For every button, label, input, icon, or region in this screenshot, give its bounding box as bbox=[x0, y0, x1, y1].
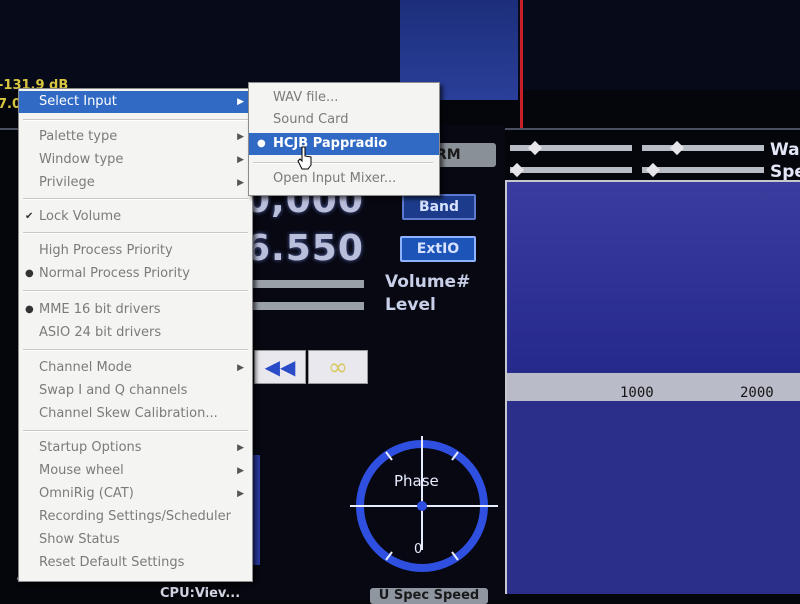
rewind-icon: ◀◀ bbox=[264, 355, 296, 379]
submenu-arrow-icon: ▶ bbox=[237, 363, 244, 373]
submenu-arrow-icon: ▶ bbox=[237, 443, 244, 453]
menu-item-label: MME 16 bit drivers bbox=[39, 302, 161, 317]
menu-item-channel-mode[interactable]: Channel Mode ▶ bbox=[19, 357, 252, 379]
loop-icon: ∞ bbox=[328, 353, 348, 381]
menu-separator bbox=[23, 119, 248, 121]
menu-separator bbox=[23, 430, 248, 432]
menu-item-label: Normal Process Priority bbox=[39, 266, 190, 281]
menu-separator bbox=[23, 349, 248, 351]
menu-item-omnirig[interactable]: OmniRig (CAT) ▶ bbox=[19, 483, 252, 505]
context-menu: Select Input ▶ Palette type ▶ Window type ▶… bbox=[18, 88, 253, 582]
waterfall-slider-1[interactable] bbox=[510, 140, 632, 156]
submenu-item-label: HCJB Pappradio bbox=[273, 136, 388, 151]
slider-knob[interactable] bbox=[509, 162, 525, 178]
menu-item-asio-drivers[interactable]: ASIO 24 bit drivers bbox=[19, 322, 252, 344]
submenu-arrow-icon: ▶ bbox=[237, 97, 244, 107]
ruler-tick-label: 1000 bbox=[620, 385, 654, 401]
spectrum-slider-2[interactable] bbox=[642, 162, 764, 178]
submenu-arrow-icon: ▶ bbox=[237, 489, 244, 499]
menu-separator bbox=[23, 290, 248, 292]
level-label: Level bbox=[385, 295, 436, 315]
menu-item-show-status[interactable]: Show Status bbox=[19, 529, 252, 551]
menu-item-mme-drivers[interactable]: ● MME 16 bit drivers bbox=[19, 299, 252, 321]
spectrum-slider-1[interactable] bbox=[509, 162, 632, 178]
volume-slider[interactable] bbox=[252, 280, 364, 288]
check-icon: ✔ bbox=[25, 211, 34, 222]
menu-item-label: Channel Skew Calibration... bbox=[39, 406, 218, 421]
frequency-display-bottom: 6.550 bbox=[245, 228, 364, 269]
spectrum-label: Spe bbox=[770, 162, 800, 182]
menu-item-window-type[interactable]: Window type ▶ bbox=[19, 149, 252, 171]
menu-separator bbox=[23, 232, 248, 234]
loop-button[interactable]: ∞ bbox=[308, 350, 368, 384]
menu-item-label: Lock Volume bbox=[39, 209, 122, 224]
select-input-submenu: WAV file... Sound Card ● HCJB Pappradio O… bbox=[248, 82, 440, 196]
radio-dot-icon: ● bbox=[25, 304, 34, 315]
menu-item-label: ASIO 24 bit drivers bbox=[39, 325, 162, 340]
band-button[interactable]: Band bbox=[402, 194, 476, 220]
ruler-tick-label: 2000 bbox=[740, 385, 774, 401]
submenu-arrow-icon: ▶ bbox=[237, 132, 244, 142]
extio-button[interactable]: ExtIO bbox=[400, 236, 476, 262]
menu-item-mouse-wheel[interactable]: Mouse wheel ▶ bbox=[19, 460, 252, 482]
menu-item-palette-type[interactable]: Palette type ▶ bbox=[19, 126, 252, 148]
menu-item-privilege[interactable]: Privilege ▶ bbox=[19, 172, 252, 194]
phase-dial[interactable] bbox=[350, 430, 500, 580]
phase-label: Phase bbox=[394, 472, 439, 490]
phase-zero-label: 0 bbox=[414, 542, 423, 557]
submenu-arrow-icon: ▶ bbox=[237, 178, 244, 188]
slider-knob[interactable] bbox=[527, 140, 543, 156]
hand-cursor-icon bbox=[297, 146, 312, 170]
menu-item-label: Palette type bbox=[39, 129, 118, 144]
submenu-item-label: Open Input Mixer... bbox=[273, 171, 397, 186]
spec-speed-button[interactable]: U Spec Speed bbox=[370, 588, 488, 604]
frequency-marker[interactable] bbox=[520, 0, 523, 130]
submenu-item-sound-card[interactable]: Sound Card bbox=[249, 109, 439, 131]
menu-item-label: Select Input bbox=[39, 94, 117, 109]
menu-item-startup-options[interactable]: Startup Options ▶ bbox=[19, 437, 252, 459]
menu-separator bbox=[253, 162, 433, 164]
submenu-item-wav-file[interactable]: WAV file... bbox=[249, 87, 439, 109]
level-slider[interactable] bbox=[252, 302, 364, 310]
menu-item-normal-priority[interactable]: ● Normal Process Priority bbox=[19, 263, 252, 285]
submenu-item-hcjb-pappradio[interactable]: ● HCJB Pappradio bbox=[249, 133, 439, 155]
menu-item-channel-skew[interactable]: Channel Skew Calibration... bbox=[19, 403, 252, 425]
slider-knob[interactable] bbox=[669, 140, 685, 156]
submenu-item-label: Sound Card bbox=[273, 112, 349, 127]
menu-item-swap-iq[interactable]: Swap I and Q channels bbox=[19, 380, 252, 402]
spectrum-upper-pane[interactable] bbox=[507, 182, 800, 372]
menu-item-recording-settings[interactable]: Recording Settings/Scheduler bbox=[19, 506, 252, 528]
menu-item-label: Startup Options bbox=[39, 440, 142, 455]
menu-item-lock-volume[interactable]: ✔ Lock Volume bbox=[19, 206, 252, 228]
menu-item-label: Reset Default Settings bbox=[39, 555, 185, 570]
menu-item-label: Privilege bbox=[39, 175, 95, 190]
menu-item-select-input[interactable]: Select Input ▶ bbox=[19, 91, 252, 113]
radio-dot-icon: ● bbox=[25, 268, 34, 279]
menu-item-label: Channel Mode bbox=[39, 360, 132, 375]
submenu-item-open-input-mixer[interactable]: Open Input Mixer... bbox=[249, 168, 439, 190]
menu-item-label: High Process Priority bbox=[39, 243, 173, 258]
volume-label: Volume# bbox=[385, 272, 471, 292]
menu-item-label: OmniRig (CAT) bbox=[39, 486, 134, 501]
waterfall-label: Wa bbox=[770, 140, 800, 160]
menu-item-label: Swap I and Q channels bbox=[39, 383, 188, 398]
menu-item-label: Mouse wheel bbox=[39, 463, 124, 478]
rewind-button[interactable]: ◀◀ bbox=[254, 350, 306, 384]
submenu-arrow-icon: ▶ bbox=[237, 466, 244, 476]
menu-item-reset-defaults[interactable]: Reset Default Settings bbox=[19, 552, 252, 574]
menu-item-label: Show Status bbox=[39, 532, 120, 547]
submenu-arrow-icon: ▶ bbox=[237, 155, 244, 165]
cpu-status: CPU:Viev... bbox=[160, 586, 241, 601]
submenu-item-label: WAV file... bbox=[273, 90, 339, 105]
radio-dot-icon: ● bbox=[257, 138, 266, 149]
menu-separator bbox=[23, 198, 248, 200]
waterfall-slider-2[interactable] bbox=[642, 140, 764, 156]
slider-knob[interactable] bbox=[645, 162, 661, 178]
menu-item-label: Window type bbox=[39, 152, 124, 167]
menu-item-label: Recording Settings/Scheduler bbox=[39, 509, 231, 524]
menu-item-high-priority[interactable]: High Process Priority bbox=[19, 240, 252, 262]
